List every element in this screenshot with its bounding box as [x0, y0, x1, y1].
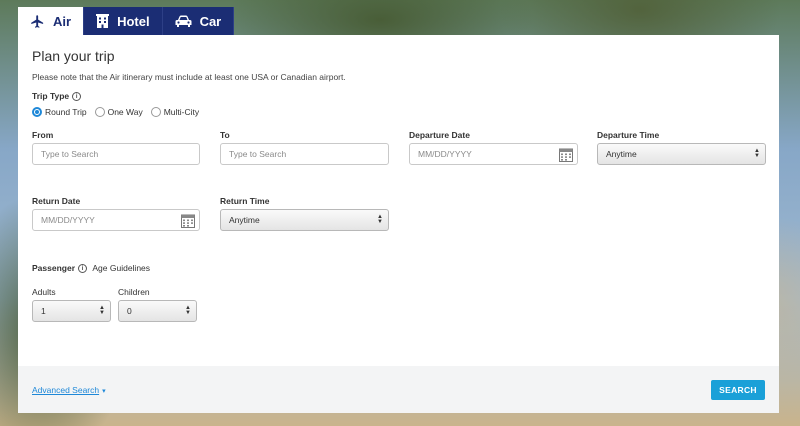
return-date-label: Return Date	[32, 196, 81, 206]
departure-date-field[interactable]	[409, 143, 578, 165]
trip-search-panel: Plan your trip Please note that the Air …	[18, 35, 779, 413]
select-arrows-icon: ▲ ▼	[185, 305, 191, 316]
from-label: From	[32, 130, 54, 140]
from-input[interactable]	[32, 143, 200, 165]
tab-air[interactable]: Air	[18, 7, 85, 35]
adults-label: Adults	[32, 287, 56, 297]
radio-multi-city[interactable]: Multi-City	[150, 107, 199, 117]
search-button[interactable]: SEARCH	[711, 380, 765, 400]
calendar-icon[interactable]	[181, 213, 195, 233]
return-date-field[interactable]	[32, 209, 200, 231]
return-time-select[interactable]: Anytime ▲ ▼	[220, 209, 389, 231]
info-icon[interactable]: i	[78, 264, 87, 274]
passenger-label: Passenger i Age Guidelines	[32, 263, 151, 274]
departure-date-label: Departure Date	[409, 130, 470, 140]
radio-unselected-icon	[150, 107, 161, 117]
select-arrows-icon: ▲ ▼	[377, 214, 383, 225]
car-icon	[175, 15, 192, 28]
return-time-label: Return Time	[220, 196, 270, 206]
hotel-building-icon	[96, 14, 110, 28]
itinerary-note: Please note that the Air itinerary must …	[32, 72, 346, 82]
trip-type-options: Round Trip One Way Multi-City	[32, 107, 207, 117]
tab-hotel[interactable]: Hotel	[84, 7, 163, 35]
select-arrows-icon: ▲ ▼	[754, 148, 760, 159]
age-guidelines-link[interactable]: Age Guidelines	[92, 263, 150, 273]
trip-type-label: Trip Type i	[32, 91, 82, 102]
radio-round-trip[interactable]: Round Trip	[32, 107, 87, 117]
to-input[interactable]	[220, 143, 389, 165]
tab-car[interactable]: Car	[162, 7, 235, 35]
tab-air-label: Air	[53, 13, 72, 29]
page-title: Plan your trip	[32, 48, 115, 64]
airplane-icon	[30, 14, 45, 29]
radio-selected-icon	[32, 107, 42, 117]
children-label: Children	[118, 287, 150, 297]
info-icon[interactable]: i	[72, 92, 82, 102]
children-select[interactable]: 0 ▲ ▼	[118, 300, 197, 322]
departure-time-select[interactable]: Anytime ▲ ▼	[597, 143, 766, 165]
return-date-input[interactable]	[33, 210, 199, 230]
tab-hotel-label: Hotel	[117, 13, 150, 29]
chevron-down-icon: ▾	[102, 388, 106, 395]
departure-time-label: Departure Time	[597, 130, 660, 140]
advanced-search-link[interactable]: Advanced Search ▾	[32, 385, 106, 395]
booking-tabs: Air Hotel Car	[18, 7, 235, 35]
calendar-icon[interactable]	[559, 147, 573, 167]
tab-car-label: Car	[199, 13, 222, 29]
to-label: To	[220, 130, 230, 140]
departure-date-input[interactable]	[410, 144, 577, 164]
radio-one-way[interactable]: One Way	[94, 107, 143, 117]
select-arrows-icon: ▲ ▼	[99, 305, 105, 316]
search-footer: Advanced Search ▾ SEARCH	[18, 366, 779, 413]
adults-select[interactable]: 1 ▲ ▼	[32, 300, 111, 322]
radio-unselected-icon	[94, 107, 105, 117]
